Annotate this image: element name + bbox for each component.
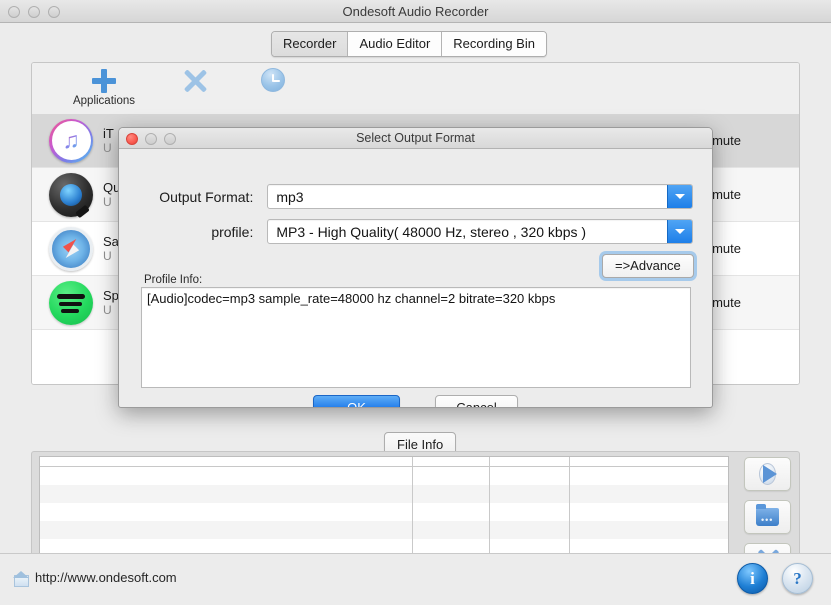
toolbar-item-label: Applications [72, 95, 135, 107]
app-name: iT [103, 125, 114, 141]
mute-label: mute [712, 295, 741, 310]
table-row[interactable] [40, 467, 728, 485]
mute-label: mute [712, 187, 741, 202]
plus-icon [65, 68, 143, 94]
app-name: Sp [103, 287, 119, 303]
tab-strip: Recorder Audio Editor Recording Bin [0, 23, 831, 57]
advance-button[interactable]: =>Advance [602, 254, 694, 278]
app-subtitle: U [103, 140, 112, 155]
main-content: Applications ♫ iT U mute Qu U mute Sa U … [0, 54, 831, 605]
table-row[interactable] [40, 485, 728, 503]
table-row[interactable] [40, 521, 728, 539]
table-row[interactable] [40, 503, 728, 521]
cancel-button[interactable]: Cancel [435, 395, 518, 407]
profile-combobox[interactable]: MP3 - High Quality( 48000 Hz, stereo , 3… [267, 219, 693, 244]
profile-info-textarea[interactable]: [Audio]codec=mp3 sample_rate=48000 hz ch… [141, 287, 691, 388]
mute-label: mute [712, 133, 741, 148]
footer-bar: http://www.ondesoft.com i ? [0, 553, 831, 605]
dialog-title: Select Output Format [356, 131, 475, 145]
app-name: Sa [103, 233, 119, 249]
dialog-buttons: OK Cancel [119, 395, 712, 407]
clock-icon [234, 68, 312, 94]
output-format-row: Output Format: mp3 [143, 184, 693, 209]
home-icon [13, 570, 29, 587]
output-format-combobox[interactable]: mp3 [267, 184, 693, 209]
homepage-url: http://www.ondesoft.com [35, 570, 177, 585]
folder-icon: ••• [756, 504, 779, 526]
play-icon [762, 465, 777, 483]
profile-row: profile: MP3 - High Quality( 48000 Hz, s… [143, 219, 693, 244]
profile-value: MP3 - High Quality( 48000 Hz, stereo , 3… [276, 223, 587, 240]
window-title: Ondesoft Audio Recorder [342, 4, 489, 19]
spotify-icon [49, 280, 93, 325]
chevron-down-icon[interactable] [667, 220, 692, 243]
info-button[interactable]: i [737, 563, 768, 594]
advance-button-focus-ring: =>Advance [599, 251, 697, 281]
profile-info-label: Profile Info: [144, 274, 203, 286]
help-button[interactable]: ? [782, 563, 813, 594]
tab-recording-bin[interactable]: Recording Bin [442, 32, 546, 56]
chevron-down-icon[interactable] [667, 185, 692, 208]
profile-label: profile: [211, 223, 254, 240]
select-output-format-dialog: Select Output Format Output Format: mp3 … [118, 127, 713, 408]
dialog-titlebar: Select Output Format [119, 128, 712, 149]
tab-recorder[interactable]: Recorder [272, 32, 349, 56]
app-subtitle: U [103, 248, 112, 263]
toolbar-remove-application[interactable] [156, 68, 234, 95]
homepage-link[interactable]: http://www.ondesoft.com [13, 570, 177, 587]
dialog-body: Output Format: mp3 profile: MP3 - High Q… [119, 149, 712, 407]
app-labels: Sp U [103, 288, 119, 318]
mute-label: mute [712, 241, 741, 256]
itunes-icon: ♫ [49, 118, 93, 163]
output-format-label: Output Format: [159, 188, 254, 205]
table-header [40, 457, 728, 467]
tab-audio-editor[interactable]: Audio Editor [348, 32, 443, 56]
app-labels: Sa U [103, 234, 119, 264]
footer-buttons: i ? [737, 563, 813, 594]
play-button[interactable] [744, 457, 791, 491]
quicktime-icon [49, 172, 93, 217]
toolbar-schedule[interactable] [234, 68, 312, 95]
app-subtitle: U [103, 302, 112, 317]
app-labels: iT U [103, 126, 114, 156]
safari-icon [49, 226, 93, 271]
window-titlebar: Ondesoft Audio Recorder [0, 0, 831, 23]
ok-button[interactable]: OK [313, 395, 400, 407]
open-folder-button[interactable]: ••• [744, 500, 791, 534]
app-window: Ondesoft Audio Recorder Recorder Audio E… [0, 0, 831, 605]
applications-toolbar: Applications [32, 63, 799, 114]
toolbar-add-application[interactable]: Applications [65, 68, 143, 107]
output-format-value: mp3 [276, 188, 304, 205]
x-icon [156, 68, 234, 94]
